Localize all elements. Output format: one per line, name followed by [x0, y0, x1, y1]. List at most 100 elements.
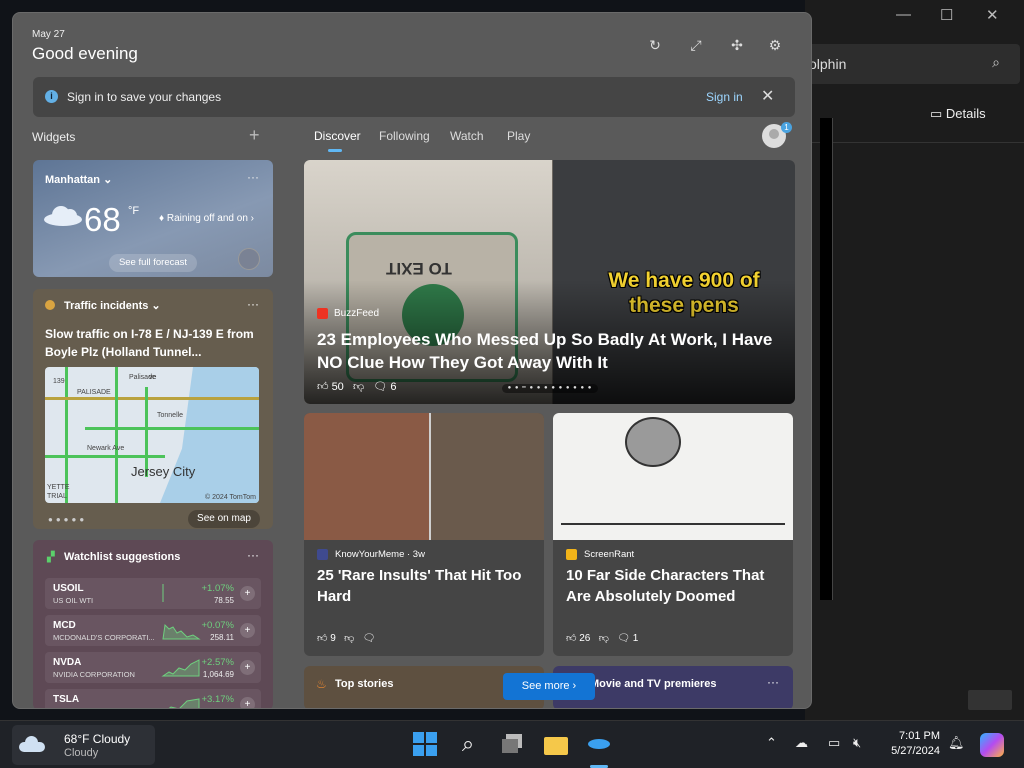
chevron-up-icon[interactable]: ⌃ — [766, 735, 777, 751]
see-more-label: See more — [521, 680, 570, 692]
task-view-icon[interactable] — [498, 729, 528, 759]
file-explorer-icon[interactable] — [541, 729, 571, 759]
map-copyright: © 2024 TomTom — [205, 494, 256, 501]
add-stock-icon[interactable]: + — [240, 660, 255, 675]
date-label: May 27 — [32, 29, 65, 40]
dislike-icon[interactable]: 👎︎ — [353, 381, 364, 393]
pin-icon[interactable]: ✣ — [727, 37, 747, 54]
watchlist-widget[interactable]: ▞ Watchlist suggestions ··· USOIL US OIL… — [33, 540, 273, 708]
like-icon[interactable]: 👍︎ — [317, 381, 329, 393]
dolphin-app-icon[interactable] — [584, 729, 614, 759]
image-text-to-exit: TO EXIT — [386, 259, 452, 278]
background-search-text: olphin — [809, 56, 847, 72]
weather-condition: ♦ Raining off and on › — [159, 213, 254, 224]
add-widget-icon[interactable]: + — [249, 125, 260, 146]
map-label: Newark Ave — [87, 445, 125, 452]
traffic-header-label: Traffic incidents — [64, 300, 149, 312]
map-label: PALISADE — [77, 389, 111, 396]
article-reactions: 👍︎ 50 👎︎ 🗨︎ 6 — [317, 380, 396, 393]
comment-icon[interactable]: 🗨︎ — [373, 381, 387, 393]
article-title[interactable]: 23 Employees Who Messed Up So Badly At W… — [317, 328, 777, 374]
taskbar-condition: Cloudy — [64, 747, 99, 759]
notification-bell-icon[interactable]: 🔔︎ — [948, 735, 965, 751]
hero-article-card[interactable]: TO EXIT We have 900 of these pens BuzzFe… — [304, 160, 795, 404]
news-card[interactable]: ScreenRant 10 Far Side Characters That A… — [553, 413, 793, 656]
article-title[interactable]: 25 'Rare Insults' That Hit Too Hard — [317, 565, 535, 607]
map-water — [160, 367, 259, 503]
network-icon[interactable]: ▭ — [828, 735, 840, 751]
sparkline — [161, 659, 200, 677]
stock-price: 258.11 — [210, 633, 234, 642]
cloud-icon — [44, 204, 82, 226]
like-icon[interactable]: 👍︎ — [566, 633, 576, 644]
stock-name: MCDONALD'S CORPORATI... — [53, 633, 155, 642]
close-icon[interactable]: ✕ — [761, 86, 774, 106]
weather-map-thumbnail[interactable] — [238, 248, 260, 270]
cloud-icon — [19, 735, 45, 753]
tab-following[interactable]: Following — [379, 129, 430, 143]
notification-badge: 1 — [781, 122, 792, 133]
traffic-title[interactable]: Slow traffic on I-78 E / NJ-139 E from B… — [45, 325, 267, 361]
stock-chart-icon: ▞ — [47, 552, 55, 563]
news-card[interactable]: KnowYourMeme · 3w 25 'Rare Insults' That… — [304, 413, 544, 656]
article-title[interactable]: 10 Far Side Characters That Are Absolute… — [566, 565, 784, 607]
refresh-icon[interactable]: ↻ — [645, 37, 665, 54]
details-icon: ▭ — [930, 106, 943, 121]
minimize-icon[interactable]: — — [896, 6, 911, 23]
add-stock-icon[interactable]: + — [240, 623, 255, 638]
comment-icon[interactable]: 🗨︎ — [363, 633, 376, 644]
more-options-icon[interactable]: ··· — [247, 548, 259, 562]
windows-start-icon[interactable] — [410, 729, 440, 759]
details-button[interactable]: ▭ Details — [930, 106, 986, 122]
stock-row[interactable]: TSLA +3.17% + — [45, 689, 261, 708]
expand-icon[interactable]: ⤢ — [686, 37, 706, 54]
weather-widget[interactable]: Manhattan ⌄ ··· 68 °F ♦ Raining off and … — [33, 160, 273, 277]
tab-discover[interactable]: Discover — [314, 129, 361, 152]
map-road — [115, 367, 118, 503]
copilot-icon[interactable] — [980, 733, 1004, 757]
see-more-button[interactable]: See more › — [503, 673, 595, 700]
sign-in-link[interactable]: Sign in — [706, 90, 743, 104]
carousel-pagination[interactable]: ● ● ━ ● ● ● ● ● ● ● ● ● — [502, 384, 598, 393]
traffic-header[interactable]: Traffic incidents ⌄ — [64, 299, 161, 312]
system-clock[interactable]: 7:01 PM 5/27/2024 — [880, 729, 940, 759]
article-source: KnowYourMeme · 3w — [335, 549, 425, 560]
comment-count: 6 — [390, 381, 397, 393]
like-icon[interactable]: 👍︎ — [317, 633, 327, 644]
add-stock-icon[interactable]: + — [240, 697, 255, 708]
see-full-forecast-button[interactable]: See full forecast — [109, 254, 197, 272]
background-search-field[interactable]: olphin ⌕ — [805, 44, 1020, 84]
tab-play[interactable]: Play — [507, 129, 530, 143]
more-options-icon[interactable]: ··· — [767, 675, 779, 689]
clock-date: 5/27/2024 — [891, 745, 940, 757]
dislike-icon[interactable]: 👎︎ — [344, 633, 354, 644]
pagination-dots[interactable]: ●●●●● — [48, 515, 87, 524]
stock-symbol: MCD — [53, 620, 76, 631]
more-options-icon[interactable]: ··· — [247, 297, 259, 311]
cloud-sync-icon[interactable]: ☁ — [795, 735, 808, 751]
dislike-icon[interactable]: 👎︎ — [599, 633, 609, 644]
stock-row[interactable]: USOIL US OIL WTI +1.07% 78.55 + — [45, 578, 261, 609]
maximize-icon[interactable]: ☐ — [940, 6, 953, 24]
comment-icon[interactable]: 🗨︎ — [617, 633, 630, 644]
tab-watch[interactable]: Watch — [450, 129, 484, 143]
chevron-right-icon: › — [250, 213, 255, 224]
search-icon[interactable]: ⌕ — [453, 729, 483, 759]
search-icon[interactable]: ⌕ — [992, 54, 1000, 71]
weather-widget-button[interactable]: 68°F Cloudy Cloudy — [12, 725, 155, 765]
weather-city[interactable]: Manhattan ⌄ — [45, 173, 112, 186]
see-on-map-button[interactable]: See on map — [188, 510, 260, 528]
stock-row[interactable]: MCD MCDONALD'S CORPORATI... +0.07% 258.1… — [45, 615, 261, 646]
map-city-label: Jersey City — [131, 464, 196, 479]
article-reactions: 👍︎ 26 👎︎ 🗨︎ 1 — [566, 632, 638, 644]
volume-muted-icon[interactable]: 🔇︎ — [853, 735, 861, 751]
stock-row[interactable]: NVDA NVIDIA CORPORATION +2.57% 1,064.69 … — [45, 652, 261, 683]
view-toggle-buttons[interactable] — [968, 690, 1012, 710]
condition-text: Raining off and on — [166, 213, 248, 224]
traffic-map[interactable]: 139 PALISADE Palisade ve Tonnelle YETTE … — [45, 367, 259, 503]
settings-gear-icon[interactable]: ⚙ — [765, 37, 785, 54]
add-stock-icon[interactable]: + — [240, 586, 255, 601]
close-window-icon[interactable]: ✕ — [986, 6, 999, 24]
more-options-icon[interactable]: ··· — [247, 170, 259, 184]
traffic-widget[interactable]: Traffic incidents ⌄ ··· Slow traffic on … — [33, 289, 273, 529]
